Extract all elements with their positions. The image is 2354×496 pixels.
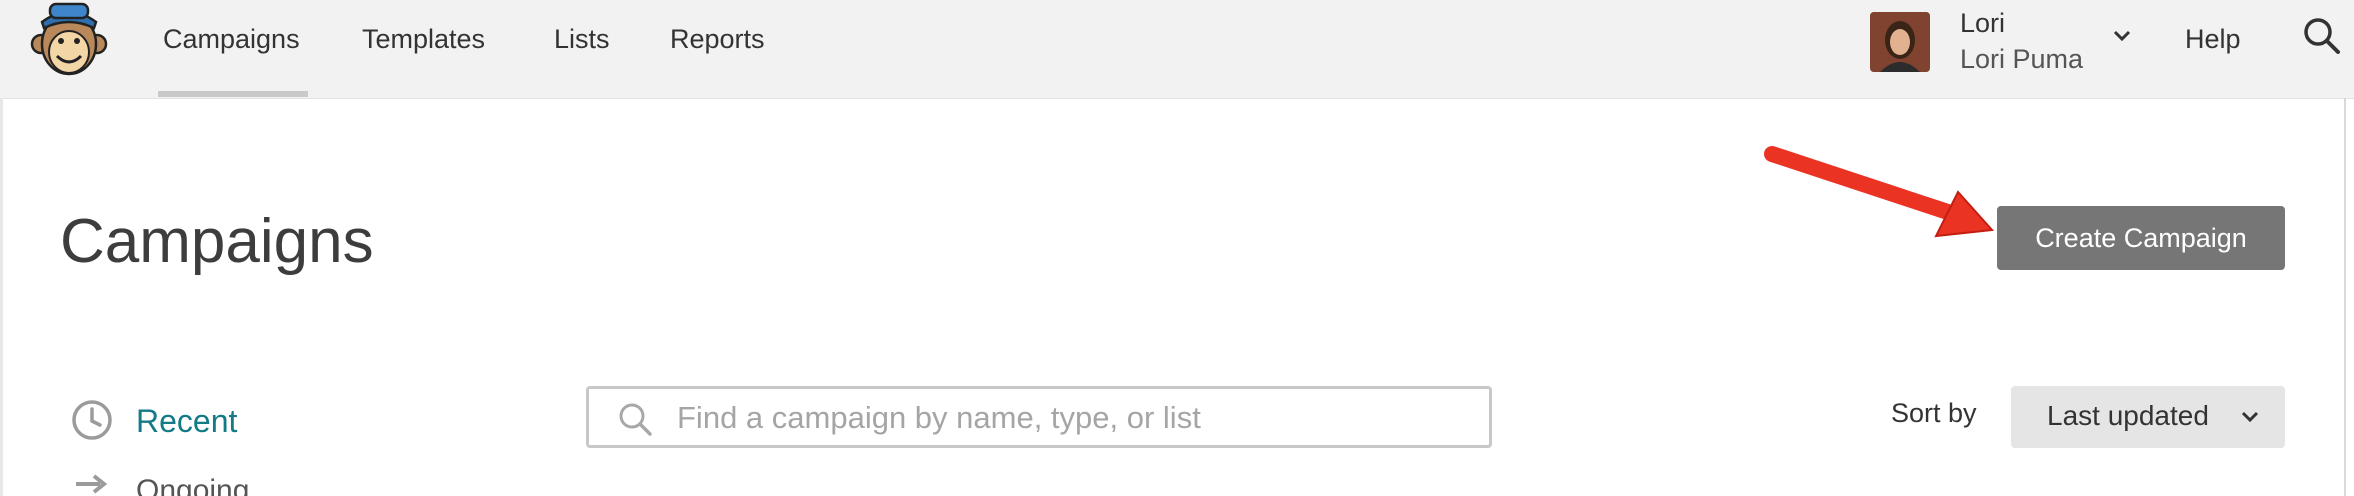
nav-campaigns[interactable]: Campaigns: [163, 0, 300, 98]
help-link[interactable]: Help: [2185, 0, 2241, 78]
nav-active-indicator: [158, 91, 308, 97]
nav-lists[interactable]: Lists: [554, 0, 610, 98]
avatar[interactable]: [1870, 12, 1930, 72]
arrows-icon: [76, 474, 108, 494]
user-photo-icon: [1870, 12, 1930, 72]
campaign-search-input[interactable]: [675, 395, 1469, 441]
chevron-down-icon[interactable]: [2110, 24, 2134, 48]
page-title: Campaigns: [60, 207, 374, 276]
search-icon[interactable]: [2300, 14, 2344, 58]
filter-ongoing[interactable]: Ongoing: [70, 472, 370, 496]
sort-dropdown[interactable]: Last updated: [2011, 386, 2285, 448]
sort-by-label: Sort by: [1891, 398, 1977, 428]
chevron-down-icon: [2241, 411, 2259, 423]
nav-templates[interactable]: Templates: [362, 0, 485, 98]
campaign-search-box[interactable]: [586, 386, 1492, 448]
page-left-border: [0, 98, 3, 496]
user-first-name[interactable]: Lori: [1960, 8, 2005, 39]
nav-reports[interactable]: Reports: [670, 0, 765, 98]
annotation-arrow-icon: [1764, 146, 1995, 238]
top-navigation-bar: Campaigns Templates Lists Reports Lori L…: [0, 0, 2354, 99]
filter-recent-label: Recent: [136, 403, 238, 439]
scrollbar-track[interactable]: [2344, 98, 2346, 496]
create-campaign-button[interactable]: Create Campaign: [1997, 206, 2285, 270]
filter-ongoing-label: Ongoing: [136, 474, 250, 496]
user-full-name[interactable]: Lori Puma: [1960, 44, 2083, 75]
filter-recent[interactable]: Recent: [70, 398, 370, 448]
freddie-logo-icon[interactable]: [28, 0, 110, 80]
sort-selected-value: Last updated: [2047, 400, 2209, 431]
clock-icon: [72, 400, 112, 440]
search-icon: [619, 403, 652, 436]
